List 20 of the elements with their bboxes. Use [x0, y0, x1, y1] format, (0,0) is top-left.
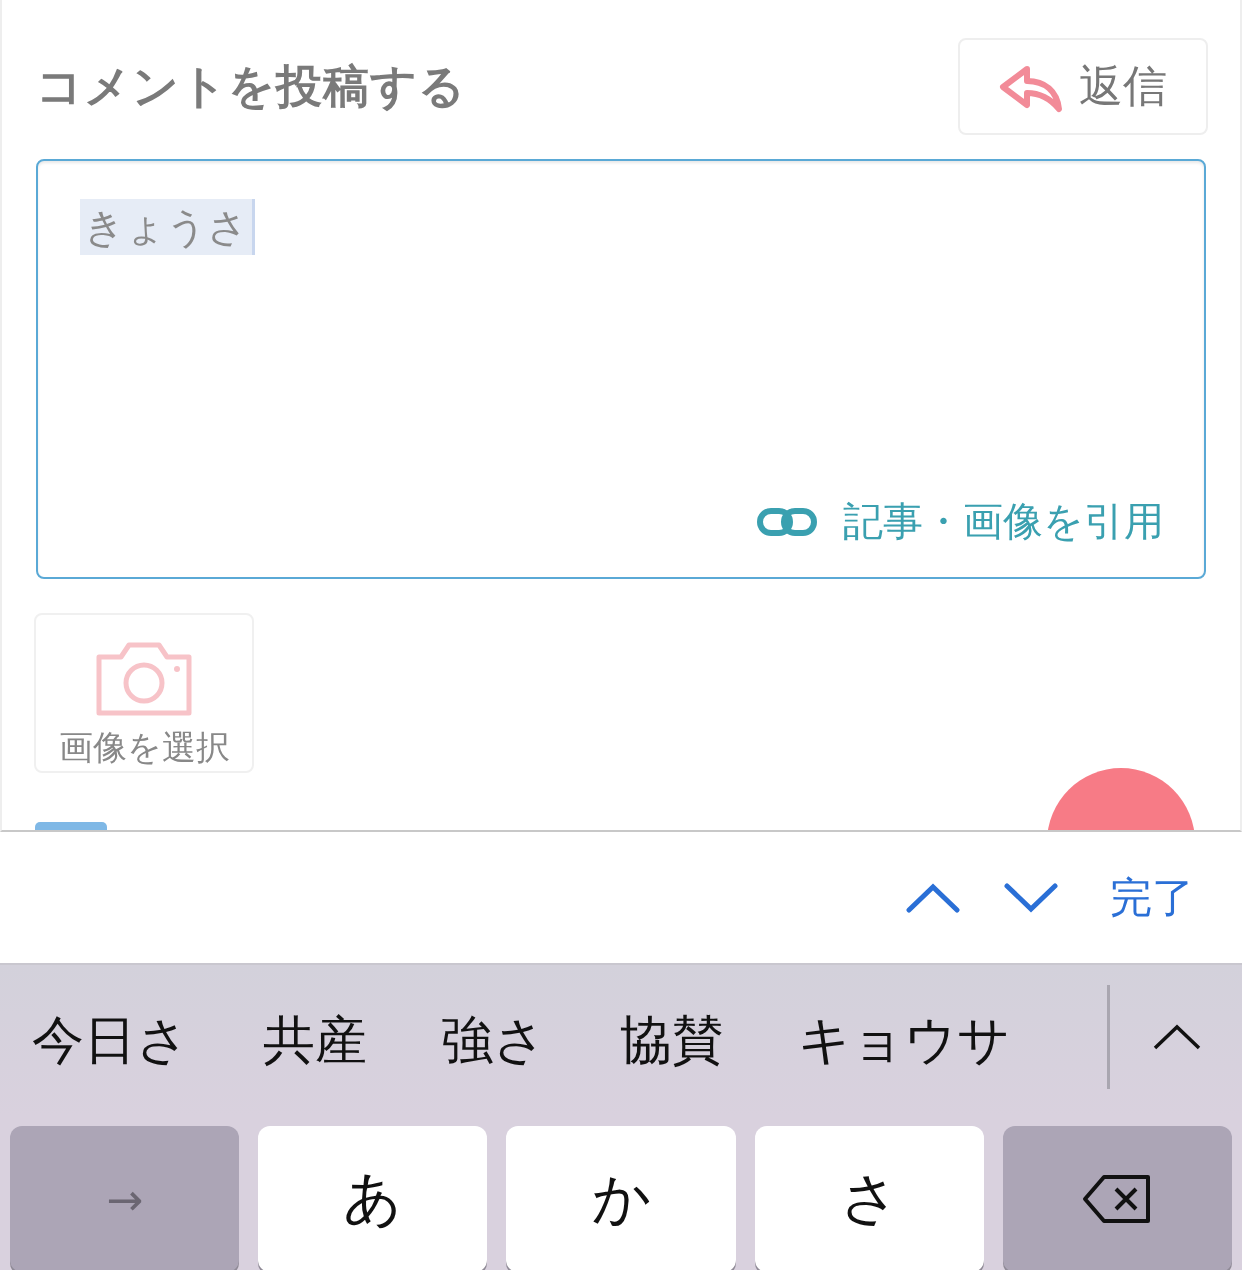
key[interactable]: か	[506, 1126, 736, 1270]
candidate-word[interactable]: 協賛	[620, 1006, 724, 1076]
previous-icon[interactable]	[906, 882, 960, 913]
candidate-word[interactable]: 強さ	[441, 1006, 546, 1076]
expand-icon[interactable]	[1152, 1023, 1202, 1051]
select-image-button[interactable]: 画像を選択	[34, 613, 254, 773]
link-icon	[757, 507, 817, 536]
done-button[interactable]: 完了	[1110, 869, 1194, 926]
next-icon[interactable]	[1004, 882, 1058, 913]
key[interactable]: さ	[754, 1126, 984, 1270]
backspace-icon	[1082, 1174, 1153, 1224]
candidate-word[interactable]: キョウサ	[798, 1006, 1010, 1076]
delete-key[interactable]	[1002, 1126, 1232, 1270]
candidate-word[interactable]: 今日さ	[32, 1006, 189, 1076]
candidate-word[interactable]: 共産	[263, 1006, 367, 1076]
key[interactable]: あ	[258, 1126, 488, 1270]
form-title: コメントを投稿する	[36, 57, 466, 115]
reply-button[interactable]: 返信	[958, 38, 1208, 135]
field-value: きょうさ	[80, 199, 255, 255]
camera-icon	[95, 641, 193, 717]
